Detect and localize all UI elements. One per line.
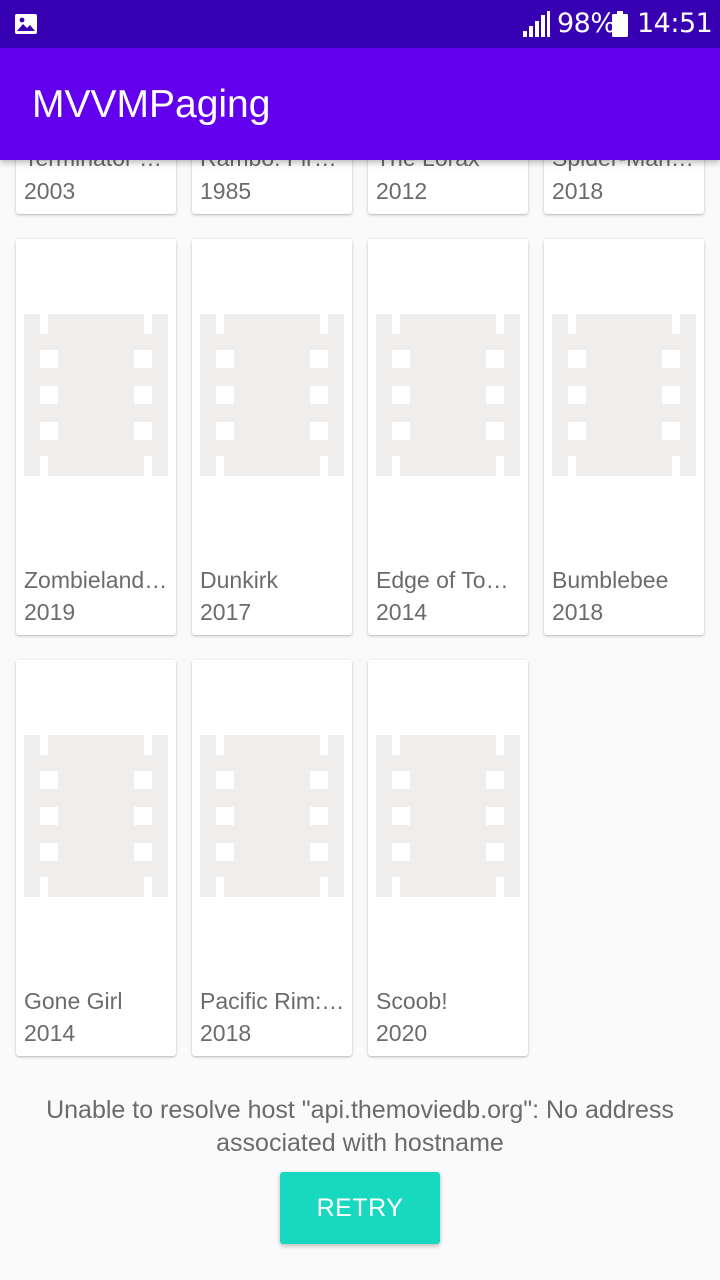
film-placeholder-icon	[552, 314, 696, 476]
movie-title: Scoob!	[376, 988, 448, 1014]
film-placeholder-icon	[24, 735, 168, 897]
movie-year: 2018	[552, 178, 604, 204]
movie-card[interactable]: Scoob! 2020	[368, 660, 528, 1056]
image-notification-icon	[15, 14, 37, 34]
film-placeholder-icon	[24, 314, 168, 476]
movie-year: 2018	[552, 599, 604, 625]
movie-title: Dunkirk	[200, 567, 278, 593]
movie-year: 2019	[24, 599, 76, 625]
movie-year: 2014	[376, 599, 428, 625]
battery-percent: 98%	[557, 8, 616, 39]
movie-card[interactable]: Pacific Rim: Uprising 2018	[192, 660, 352, 1056]
clock: 14:51	[637, 8, 713, 39]
app-bar: MVVMPaging	[0, 48, 720, 160]
movie-year: 2003	[24, 178, 76, 204]
status-bar: 98% 14:51	[0, 0, 720, 48]
movie-card[interactable]: Edge of Tomorrow 2014	[368, 239, 528, 635]
movie-card[interactable]: Bumblebee 2018	[544, 239, 704, 635]
movie-grid[interactable]: Terminator 3: Rise of the Machines 2003 …	[0, 0, 720, 1280]
movie-year: 2017	[200, 599, 252, 625]
film-placeholder-icon	[376, 735, 520, 897]
app-title: MVVMPaging	[32, 83, 271, 126]
movie-year: 2012	[376, 178, 428, 204]
movie-title: Pacific Rim: Uprising	[200, 988, 348, 1014]
movie-year: 2014	[24, 1020, 76, 1046]
movie-card[interactable]: Gone Girl 2014	[16, 660, 176, 1056]
movie-title: Gone Girl	[24, 988, 123, 1014]
film-placeholder-icon	[376, 314, 520, 476]
movie-title: Zombieland: Double Tap	[24, 567, 172, 593]
movie-year: 2020	[376, 1020, 428, 1046]
battery-icon	[612, 11, 628, 37]
film-placeholder-icon	[200, 314, 344, 476]
movie-year: 2018	[200, 1020, 252, 1046]
film-placeholder-icon	[200, 735, 344, 897]
movie-year: 1985	[200, 178, 252, 204]
movie-title: Bumblebee	[552, 567, 669, 593]
movie-title: Edge of Tomorrow	[376, 567, 524, 593]
movie-card[interactable]: Zombieland: Double Tap 2019	[16, 239, 176, 635]
signal-icon	[523, 11, 550, 37]
movie-card[interactable]: Dunkirk 2017	[192, 239, 352, 635]
